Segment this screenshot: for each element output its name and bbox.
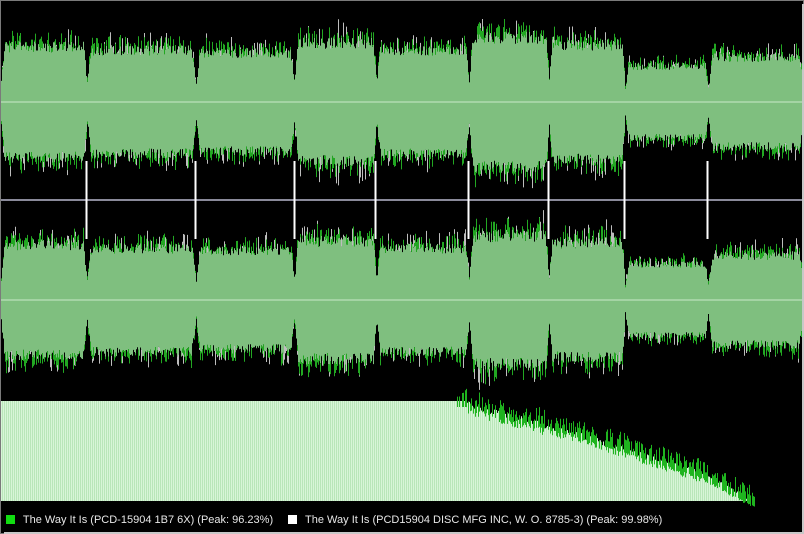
waveform-comparison-window: The Way It Is (PCD-15904 1B7 6X) (Peak: … xyxy=(0,0,804,534)
legend-label-track1: The Way It Is (PCD-15904 1B7 6X) (Peak: … xyxy=(22,514,274,526)
track2-color-swatch xyxy=(288,515,298,524)
waveform-display xyxy=(1,1,803,508)
legend-item-track1: The Way It Is (PCD-15904 1B7 6X) (Peak: … xyxy=(6,508,273,533)
legend-item-track2: The Way It Is (PCD15904 DISC MFG INC, W.… xyxy=(288,508,662,533)
legend-label-track2: The Way It Is (PCD15904 DISC MFG INC, W.… xyxy=(305,514,663,526)
track1-color-swatch xyxy=(6,515,15,524)
legend: The Way It Is (PCD-15904 1B7 6X) (Peak: … xyxy=(1,508,803,533)
